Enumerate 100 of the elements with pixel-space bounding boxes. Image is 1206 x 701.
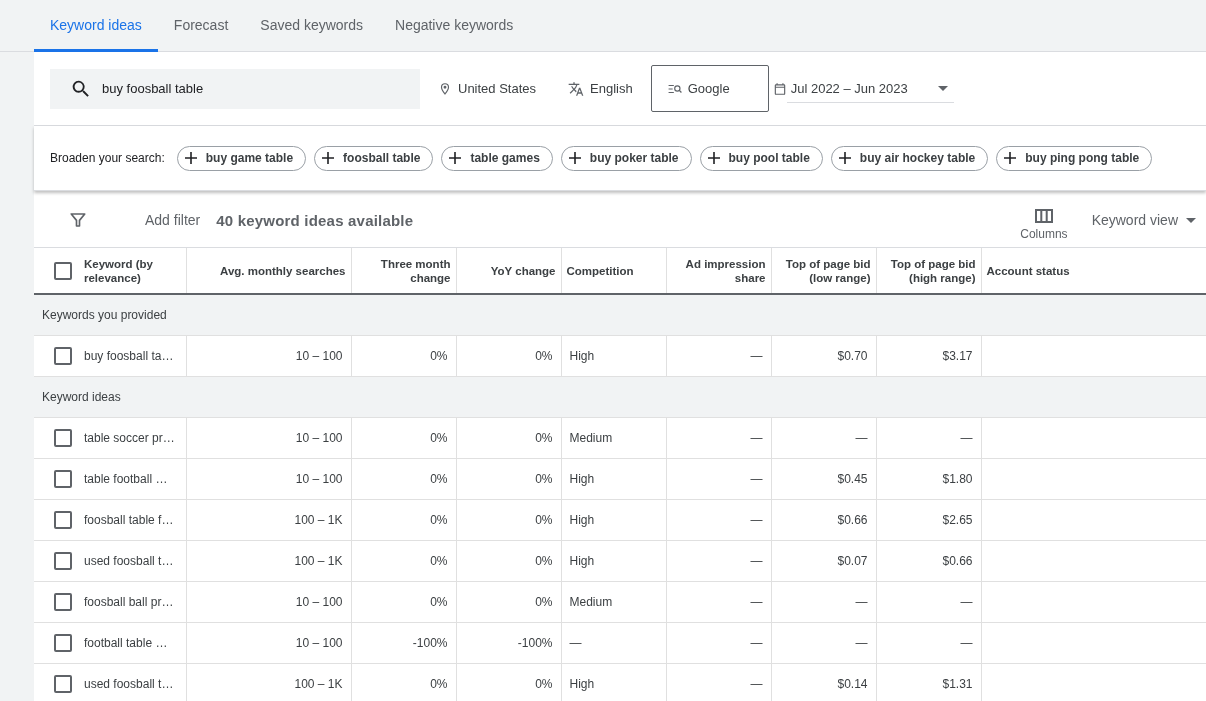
keyword-cell: used foosball t… bbox=[84, 554, 174, 568]
table-cell: 0% bbox=[430, 554, 448, 568]
group-heading: Keyword ideas bbox=[42, 390, 121, 404]
keyword-cell: table football … bbox=[84, 472, 168, 486]
search-network-icon bbox=[667, 82, 682, 95]
table-cell: 0% bbox=[535, 595, 553, 609]
tab[interactable]: Negative keywords bbox=[379, 0, 530, 52]
table-cell: — bbox=[750, 431, 763, 445]
table-cell: — bbox=[960, 636, 973, 650]
table-cell: High bbox=[569, 472, 595, 486]
table-cell: — bbox=[750, 636, 763, 650]
table-cell: $0.66 bbox=[942, 554, 973, 568]
table-cell: 0% bbox=[535, 677, 553, 691]
row-checkbox[interactable] bbox=[54, 634, 72, 652]
row-checkbox[interactable] bbox=[54, 511, 72, 529]
search-field[interactable]: buy foosball table bbox=[50, 68, 420, 109]
table-cell: High bbox=[569, 349, 595, 363]
network-selector[interactable]: Google bbox=[650, 65, 769, 112]
table-cell: 10 – 100 bbox=[295, 349, 343, 363]
table-cell: $3.17 bbox=[942, 349, 973, 363]
column-header[interactable]: Top of page bid (high range) bbox=[881, 256, 976, 285]
columns-icon bbox=[1034, 209, 1053, 223]
table-cell: — bbox=[960, 431, 973, 445]
keyword-cell: buy foosball ta… bbox=[84, 349, 174, 363]
row-checkbox[interactable] bbox=[54, 470, 72, 488]
keyword-cell: football table … bbox=[84, 636, 168, 650]
column-header[interactable]: Ad impression share bbox=[671, 256, 766, 285]
caret-icon bbox=[1186, 217, 1196, 223]
table-cell: — bbox=[750, 554, 763, 568]
columns-button[interactable]: Columns bbox=[1020, 209, 1068, 241]
date-range-dropdown[interactable]: Jul 2022 – Jun 2023 bbox=[786, 80, 954, 103]
keyword-view-dropdown[interactable]: Keyword view bbox=[1091, 212, 1196, 228]
column-header[interactable]: Account status bbox=[986, 263, 1201, 278]
table-cell: 0% bbox=[430, 472, 448, 486]
table-cell: — bbox=[750, 472, 763, 486]
plus-icon bbox=[707, 152, 720, 164]
translate-icon bbox=[568, 80, 585, 97]
table-cell: — bbox=[569, 636, 582, 650]
table-cell: $2.65 bbox=[942, 513, 973, 527]
row-checkbox[interactable] bbox=[54, 593, 72, 611]
table-cell: $1.31 bbox=[942, 677, 973, 691]
row-checkbox[interactable] bbox=[54, 429, 72, 447]
column-header[interactable]: Competition bbox=[566, 263, 661, 278]
column-header[interactable]: Avg. monthly searches bbox=[191, 263, 346, 278]
keyword-cell: used foosball t… bbox=[84, 677, 174, 691]
table-cell: 10 – 100 bbox=[295, 595, 343, 609]
table-cell: $0.70 bbox=[837, 349, 868, 363]
table-cell: 0% bbox=[430, 677, 448, 691]
language-selector[interactable]: English bbox=[568, 80, 633, 97]
table-cell: — bbox=[855, 636, 868, 650]
row-checkbox[interactable] bbox=[54, 552, 72, 570]
table-cell: $0.07 bbox=[837, 554, 868, 568]
table-cell: $0.14 bbox=[837, 677, 868, 691]
table-cell: 0% bbox=[430, 431, 448, 445]
keyword-cell: table soccer pr… bbox=[84, 431, 175, 445]
table-cell: 0% bbox=[535, 513, 553, 527]
table-cell: $0.66 bbox=[837, 513, 868, 527]
table-cell: 0% bbox=[535, 349, 553, 363]
select-all-checkbox[interactable] bbox=[54, 261, 72, 280]
tab[interactable]: Saved keywords bbox=[244, 0, 379, 52]
table-cell: Medium bbox=[569, 595, 613, 609]
add-filter-button[interactable]: Add filter bbox=[145, 212, 201, 228]
plus-icon bbox=[449, 152, 462, 164]
table-cell: Medium bbox=[569, 431, 613, 445]
table-cell: -100% bbox=[412, 636, 448, 650]
plus-icon bbox=[184, 152, 197, 164]
table-cell: 100 – 1K bbox=[294, 513, 343, 527]
tab[interactable]: Forecast bbox=[157, 0, 245, 52]
table-cell: 0% bbox=[535, 554, 553, 568]
plus-icon bbox=[1004, 152, 1017, 164]
table-cell: 10 – 100 bbox=[295, 472, 343, 486]
row-checkbox[interactable] bbox=[54, 347, 72, 365]
column-header[interactable]: Three month change bbox=[356, 256, 451, 285]
filter-icon[interactable] bbox=[69, 211, 87, 229]
table-cell: 0% bbox=[430, 595, 448, 609]
plus-icon bbox=[322, 152, 335, 164]
caret-icon bbox=[937, 85, 948, 91]
group-heading: Keywords you provided bbox=[42, 308, 167, 322]
keyword-cell: foosball table f… bbox=[84, 513, 174, 527]
table-cell: — bbox=[750, 513, 763, 527]
table-cell: 0% bbox=[535, 472, 553, 486]
table-cell: -100% bbox=[517, 636, 553, 650]
table-cell: High bbox=[569, 554, 595, 568]
table-cell: — bbox=[960, 595, 973, 609]
table-cell: — bbox=[750, 349, 763, 363]
table-cell: — bbox=[750, 595, 763, 609]
column-header[interactable]: Keyword (by relevance) bbox=[84, 256, 181, 285]
table-cell: 0% bbox=[430, 349, 448, 363]
location-pin-icon bbox=[438, 80, 452, 97]
keyword-cell: foosball ball pr… bbox=[84, 595, 174, 609]
column-header[interactable]: Top of page bid (low range) bbox=[776, 256, 871, 285]
table-cell: High bbox=[569, 513, 595, 527]
calendar-icon bbox=[772, 80, 787, 97]
column-header[interactable]: YoY change bbox=[461, 263, 556, 278]
table-cell: $0.45 bbox=[837, 472, 868, 486]
plus-icon bbox=[568, 152, 581, 164]
table-cell: 10 – 100 bbox=[295, 431, 343, 445]
row-checkbox[interactable] bbox=[54, 675, 72, 693]
table-cell: 10 – 100 bbox=[295, 636, 343, 650]
location-selector[interactable]: United States bbox=[438, 80, 537, 97]
